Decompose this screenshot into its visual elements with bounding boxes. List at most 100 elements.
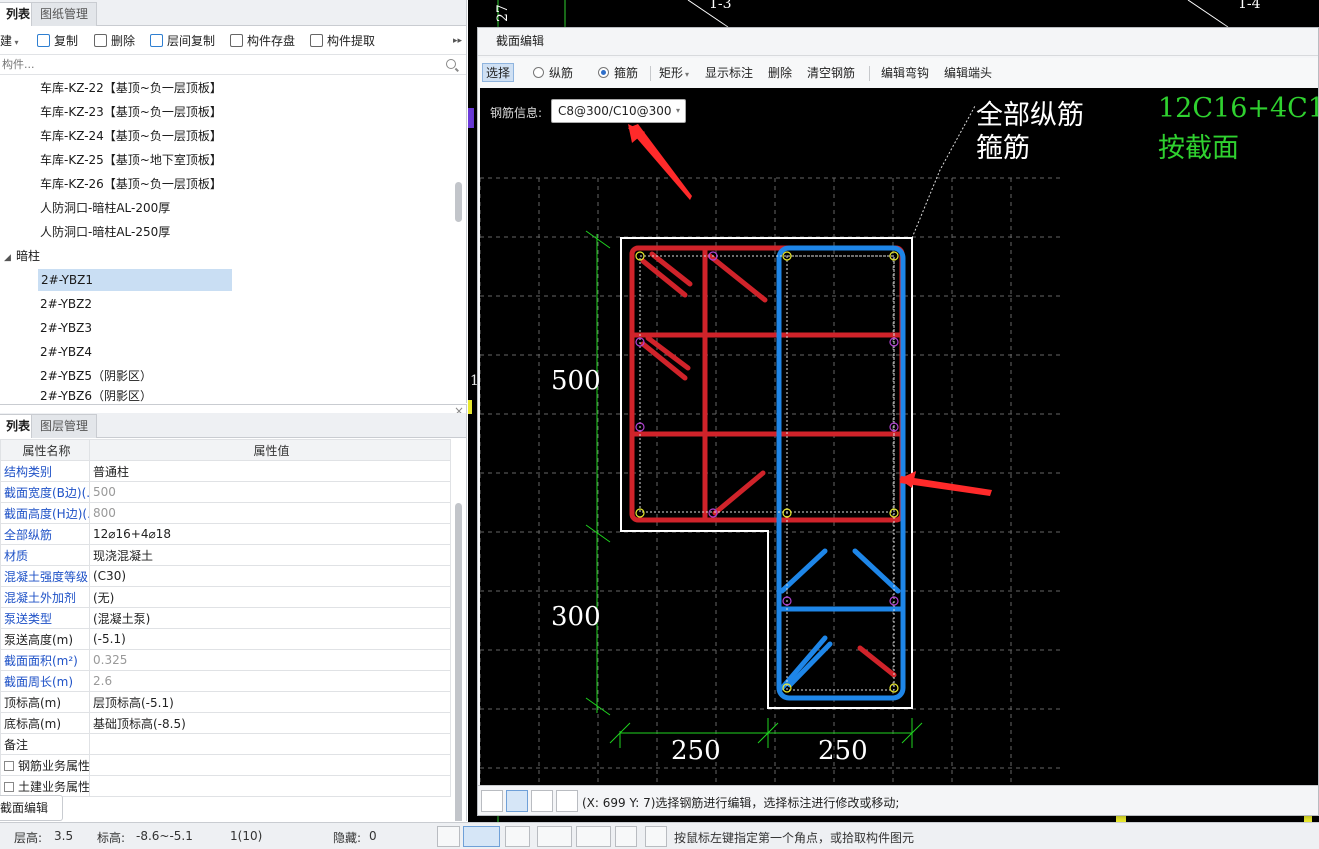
property-row[interactable]: 混凝土强度等级 (C30) [0,565,451,587]
prop-scrollbar[interactable] [455,503,462,821]
property-value[interactable]: 基础顶标高(-8.5) [89,712,451,734]
property-value[interactable]: (C30) [89,565,451,587]
clear-rebar-button[interactable]: 清空钢筋 [807,64,855,83]
select-button[interactable]: 选择 [482,63,515,82]
property-name-text: 钢筋业务属性 [18,758,90,773]
list-item[interactable]: 2#-YBZ2 [40,293,92,315]
property-row[interactable]: 土建业务属性 [0,775,451,797]
floor-copy-button[interactable]: 层间复制 [150,31,215,51]
list-item[interactable]: 车库-KZ-23【基顶~负一层顶板】 [40,101,222,123]
orthogonal-icon[interactable] [481,790,503,812]
list-item[interactable]: 车库-KZ-24【基顶~负一层顶板】 [40,125,222,147]
property-row[interactable]: 钢筋业务属性 [0,754,451,776]
radio-selected-icon [598,67,609,78]
dimension-500[interactable]: 500 [551,366,601,396]
header-prop-value: 属性值 [89,439,451,461]
tree-group-hidden-column[interactable]: ◢ 暗柱 [4,245,40,267]
save-component-button[interactable]: 构件存盘 [230,31,295,51]
cross-icon[interactable] [505,826,530,847]
add-point-icon[interactable] [576,826,611,847]
property-row[interactable]: 截面高度(H边)(... 800 [0,502,451,524]
copy-button[interactable]: 复制 [37,31,78,51]
longitudinal-radio[interactable]: 纵筋 [533,64,573,83]
extract-component-button[interactable]: 构件提取 [310,31,375,51]
stirrup-radio[interactable]: 箍筋 [598,64,638,83]
property-value[interactable]: 2.6 [89,670,451,692]
list-item[interactable]: 车库-KZ-26【基顶~负一层顶板】 [40,173,222,195]
property-value[interactable] [89,775,451,797]
checkbox-icon[interactable] [4,760,14,771]
list-item[interactable]: 2#-YBZ6（阴影区） [40,389,152,403]
tab-section-edit[interactable]: 截面编辑 [0,795,64,821]
property-value[interactable]: 0.325 [89,649,451,671]
property-value[interactable]: (无) [89,586,451,608]
property-value[interactable]: 12⌀16+4⌀18 [89,523,451,545]
list-item[interactable]: 人防洞口-暗柱AL-250厚 [40,221,170,243]
list-scrollbar[interactable] [455,182,462,222]
dimension-300[interactable]: 300 [551,602,601,632]
list-item[interactable]: 2#-YBZ5（阴影区） [40,365,152,387]
property-row[interactable]: 全部纵筋 12⌀16+4⌀18 [0,523,451,545]
property-row[interactable]: 材质 现浇混凝土 [0,544,451,566]
property-table: 属性名称 属性值 结构类别 普通柱 截面宽度(B边)(... 500 截面高度(H边)(… [0,439,451,797]
rebar-info-label: 钢筋信息: [490,106,543,120]
property-row[interactable]: 混凝土外加剂 (无) [0,586,451,608]
delete-button[interactable]: 删除 [94,31,135,51]
tab-layer-management[interactable]: 图层管理 [31,414,98,438]
arc-icon[interactable] [645,826,667,847]
property-row[interactable]: 备注 [0,733,451,755]
property-row[interactable]: 截面面积(m²) 0.325 [0,649,451,671]
annot-stirrup-value[interactable]: 按截面 [1158,126,1239,165]
annot-stirrup-label[interactable]: 箍筋 [976,126,1030,165]
line-mode-icon[interactable] [506,790,528,812]
property-value[interactable]: 现浇混凝土 [89,544,451,566]
delete-rebar-button[interactable]: 删除 [768,64,792,83]
shape-dropdown[interactable]: 矩形 ▾ [659,64,689,83]
perpendicular-icon[interactable] [531,790,553,812]
rect-select-icon[interactable] [463,826,500,847]
property-value[interactable]: (混凝土泵) [89,607,451,629]
list-item[interactable]: 2#-YBZ4 [40,341,92,363]
property-row[interactable]: 泵送高度(m) (-5.1) [0,628,451,650]
list-item[interactable]: 人防洞口-暗柱AL-200厚 [40,197,170,219]
property-row[interactable]: 截面宽度(B边)(... 500 [0,481,451,503]
rebar-info-select[interactable]: C8@300/C10@300 ▾ [551,99,686,123]
property-value[interactable] [89,754,451,776]
property-value[interactable]: 层顶标高(-5.1) [89,691,451,713]
list-item[interactable]: 2#-YBZ3 [40,317,92,339]
property-value[interactable]: 普通柱 [89,460,451,482]
property-row[interactable]: 顶标高(m) 层顶标高(-5.1) [0,691,451,713]
search-icon[interactable] [446,59,456,69]
annot-all-longitudinal-value[interactable]: 12C16+4C18 [1158,93,1318,124]
list-item-selected[interactable]: 2#-YBZ1 [38,269,232,291]
display-icon[interactable] [615,826,637,847]
property-value[interactable] [89,733,451,755]
orthogonal-icon[interactable] [437,826,460,847]
tab-drawing-management[interactable]: 图纸管理 [31,2,98,26]
property-row[interactable]: 结构类别 普通柱 [0,460,451,482]
cover-line [639,255,895,513]
chevron-down-icon[interactable]: ◢ [4,247,16,269]
search-input[interactable] [0,55,440,74]
more-button[interactable]: ▸▸ [453,31,462,51]
checkbox-icon[interactable] [4,781,14,792]
property-row[interactable]: 底标高(m) 基础顶标高(-8.5) [0,712,451,734]
property-value[interactable]: (-5.1) [89,628,451,650]
section-drawing-canvas[interactable]: 钢筋信息: C8@300/C10@300▾ 全部纵筋 箍筋 12C16+4C18… [480,88,1318,785]
angle-icon[interactable] [537,826,572,847]
property-row[interactable]: 截面周长(m) 2.6 [0,670,451,692]
property-row[interactable]: 泵送类型 (混凝土泵) [0,607,451,629]
list-toolbar: 建 ▾ 复制 删除 层间复制 构件存盘 构件提取 ▸▸ [0,26,466,55]
show-annotation-button[interactable]: 显示标注 [705,64,753,83]
new-button[interactable]: 建 ▾ [0,31,19,51]
property-value[interactable]: 800 [89,502,451,524]
edit-end-button[interactable]: 编辑端头 [944,64,992,83]
edit-hook-button[interactable]: 编辑弯钩 [881,64,929,83]
dimension-250-right[interactable]: 250 [818,736,868,766]
list-item[interactable]: 车库-KZ-25【基顶~地下室顶板】 [40,149,222,171]
property-value[interactable]: 500 [89,481,451,503]
dimension-250-left[interactable]: 250 [671,736,721,766]
toolbar-separator [650,66,651,81]
list-item[interactable]: 车库-KZ-22【基顶~负一层顶板】 [40,77,222,99]
add-point-icon[interactable] [556,790,578,812]
